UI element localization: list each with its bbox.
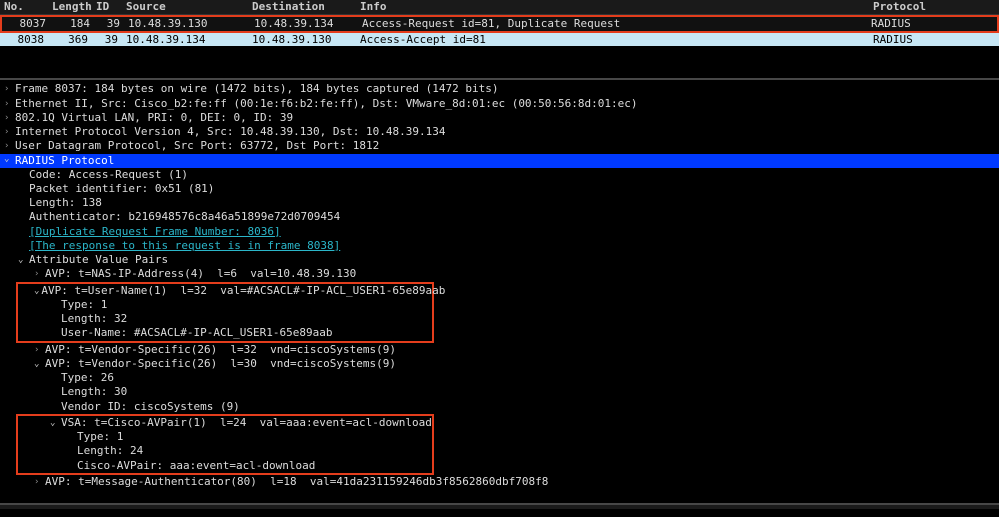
packet-list-header: No. Length ID Source Destination Info Pr…	[0, 0, 999, 15]
col-len-header[interactable]: Length	[48, 0, 92, 14]
cell-src: 10.48.39.134	[122, 33, 248, 47]
packet-row[interactable]: 8038 369 39 10.48.39.134 10.48.39.130 Ac…	[0, 33, 999, 47]
vsa-value[interactable]: ·Cisco-AVPair: aaa:event=acl-download	[18, 459, 432, 473]
avp-vendor-specific-1[interactable]: ›AVP: t=Vendor-Specific(26) l=32 vnd=cis…	[0, 343, 999, 357]
vlan-text: 802.1Q Virtual LAN, PRI: 0, DEI: 0, ID: …	[15, 111, 293, 125]
cell-dst: 10.48.39.130	[248, 33, 356, 47]
packet-details: ›Frame 8037: 184 bytes on wire (1472 bit…	[0, 80, 999, 491]
frame-text: Frame 8037: 184 bytes on wire (1472 bits…	[15, 82, 498, 96]
chevron-down-icon[interactable]: ⌄	[34, 359, 43, 370]
respin-text[interactable]: [The response to this request is in fram…	[29, 239, 340, 253]
vs2len-text: Length: 30	[61, 385, 127, 399]
chevron-right-icon[interactable]: ›	[4, 127, 13, 138]
col-info-header[interactable]: Info	[356, 0, 869, 14]
col-proto-header[interactable]: Protocol	[869, 0, 999, 14]
chevron-down-icon[interactable]: ⌄	[4, 154, 13, 165]
vsa-type-text: Type: 1	[77, 430, 123, 444]
ip-summary[interactable]: ›Internet Protocol Version 4, Src: 10.48…	[0, 125, 999, 139]
udp-text: User Datagram Protocol, Src Port: 63772,…	[15, 139, 379, 153]
vs2type-text: Type: 26	[61, 371, 114, 385]
avp-vendor-specific-2[interactable]: ⌄AVP: t=Vendor-Specific(26) l=30 vnd=cis…	[0, 357, 999, 371]
avp-username-value[interactable]: ·User-Name: #ACSACL#-IP-ACL_USER1-65e89a…	[18, 326, 432, 340]
avps-header[interactable]: ⌄Attribute Value Pairs	[0, 253, 999, 267]
frame-summary[interactable]: ›Frame 8037: 184 bytes on wire (1472 bit…	[0, 82, 999, 96]
msgauth-text: AVP: t=Message-Authenticator(80) l=18 va…	[45, 475, 548, 489]
cell-info: Access-Request id=81, Duplicate Request	[358, 17, 867, 31]
avp-vs2-text: AVP: t=Vendor-Specific(26) l=30 vnd=cisc…	[45, 357, 396, 371]
vsa-type[interactable]: ·Type: 1	[18, 430, 432, 444]
avp-vs1-text: AVP: t=Vendor-Specific(26) l=32 vnd=cisc…	[45, 343, 396, 357]
cell-proto: RADIUS	[867, 17, 997, 31]
avp-nas-ip[interactable]: ›AVP: t=NAS-IP-Address(4) l=6 val=10.48.…	[0, 267, 999, 281]
packet-list-blank	[0, 46, 999, 78]
avp-text: AVP: t=User-Name(1) l=32 val=#ACSACL#-IP…	[41, 284, 445, 298]
vsa-length[interactable]: ·Length: 24	[18, 444, 432, 458]
avp-message-authenticator[interactable]: ›AVP: t=Message-Authenticator(80) l=18 v…	[0, 475, 999, 489]
col-src-header[interactable]: Source	[122, 0, 248, 14]
vs2-vendorid[interactable]: ·Vendor ID: ciscoSystems (9)	[0, 400, 999, 414]
cell-no: 8037	[2, 17, 50, 31]
uname-text: User-Name: #ACSACL#-IP-ACL_USER1-65e89aa…	[61, 326, 333, 340]
pane-splitter[interactable]	[0, 503, 999, 509]
vsa-text: VSA: t=Cisco-AVPair(1) l=24 val=aaa:even…	[61, 416, 432, 430]
chevron-right-icon[interactable]: ›	[34, 269, 43, 280]
cell-info: Access-Accept id=81	[356, 33, 869, 47]
vsa-pair-text: Cisco-AVPair: aaa:event=acl-download	[77, 459, 315, 473]
duplicate-frame-link[interactable]: ·[Duplicate Request Frame Number: 8036]	[0, 225, 999, 239]
radius-authenticator[interactable]: ·Authenticator: b216948576c8a46a51899e72…	[0, 210, 999, 224]
udp-summary[interactable]: ›User Datagram Protocol, Src Port: 63772…	[0, 139, 999, 153]
vs2vendor-text: Vendor ID: ciscoSystems (9)	[61, 400, 240, 414]
ethernet-summary[interactable]: ›Ethernet II, Src: Cisco_b2:fe:ff (00:1e…	[0, 97, 999, 111]
chevron-right-icon[interactable]: ›	[4, 99, 13, 110]
pktid-text: Packet identifier: 0x51 (81)	[29, 182, 214, 196]
chevron-down-icon[interactable]: ⌄	[50, 418, 59, 429]
chevron-right-icon[interactable]: ›	[34, 477, 43, 488]
vsa-len-text: Length: 24	[77, 444, 143, 458]
cell-src: 10.48.39.130	[124, 17, 250, 31]
avp-nas-text: AVP: t=NAS-IP-Address(4) l=6 val=10.48.3…	[45, 267, 356, 281]
avp-username[interactable]: ⌄AVP: t=User-Name(1) l=32 val=#ACSACL#-I…	[18, 284, 432, 298]
chevron-right-icon[interactable]: ›	[4, 113, 13, 124]
cell-len: 369	[48, 33, 92, 47]
radius-length[interactable]: ·Length: 138	[0, 196, 999, 210]
highlight-box-username: ⌄AVP: t=User-Name(1) l=32 val=#ACSACL#-I…	[16, 282, 434, 343]
chevron-down-icon[interactable]: ⌄	[34, 286, 39, 297]
col-no-header[interactable]: No.	[0, 0, 48, 14]
packet-list: No. Length ID Source Destination Info Pr…	[0, 0, 999, 80]
cell-proto: RADIUS	[869, 33, 999, 47]
vs2-length[interactable]: ·Length: 30	[0, 385, 999, 399]
response-frame-link[interactable]: ·[The response to this request is in fra…	[0, 239, 999, 253]
highlight-box-vsa: ⌄VSA: t=Cisco-AVPair(1) l=24 val=aaa:eve…	[16, 414, 434, 475]
radius-code[interactable]: ·Code: Access-Request (1)	[0, 168, 999, 182]
avp-username-type[interactable]: ·Type: 1	[18, 298, 432, 312]
chevron-right-icon[interactable]: ›	[4, 141, 13, 152]
radius-protocol-header[interactable]: ⌄RADIUS Protocol	[0, 154, 999, 168]
ip-text: Internet Protocol Version 4, Src: 10.48.…	[15, 125, 445, 139]
chevron-right-icon[interactable]: ›	[4, 84, 13, 95]
chevron-right-icon[interactable]: ›	[34, 345, 43, 356]
chevron-down-icon[interactable]: ⌄	[18, 255, 27, 266]
eth-text: Ethernet II, Src: Cisco_b2:fe:ff (00:1e:…	[15, 97, 638, 111]
avp-username-len[interactable]: ·Length: 32	[18, 312, 432, 326]
cell-dst: 10.48.39.134	[250, 17, 358, 31]
col-dst-header[interactable]: Destination	[248, 0, 356, 14]
col-id-header[interactable]: ID	[92, 0, 122, 14]
auth-text: Authenticator: b216948576c8a46a51899e72d…	[29, 210, 340, 224]
packet-row-selected[interactable]: 8037 184 39 10.48.39.130 10.48.39.134 Ac…	[0, 15, 999, 33]
dupframe-text[interactable]: [Duplicate Request Frame Number: 8036]	[29, 225, 281, 239]
vs2-type[interactable]: ·Type: 26	[0, 371, 999, 385]
code-text: Code: Access-Request (1)	[29, 168, 188, 182]
type-text: Type: 1	[61, 298, 107, 312]
vlan-summary[interactable]: ›802.1Q Virtual LAN, PRI: 0, DEI: 0, ID:…	[0, 111, 999, 125]
len-text: Length: 32	[61, 312, 127, 326]
length-text: Length: 138	[29, 196, 102, 210]
avps-text: Attribute Value Pairs	[29, 253, 168, 267]
cell-no: 8038	[0, 33, 48, 47]
radius-hdr-text: RADIUS Protocol	[15, 154, 114, 168]
cell-len: 184	[50, 17, 94, 31]
cell-id: 39	[94, 17, 124, 31]
vsa-cisco-avpair[interactable]: ⌄VSA: t=Cisco-AVPair(1) l=24 val=aaa:eve…	[18, 416, 432, 430]
radius-pktid[interactable]: ·Packet identifier: 0x51 (81)	[0, 182, 999, 196]
cell-id: 39	[92, 33, 122, 47]
